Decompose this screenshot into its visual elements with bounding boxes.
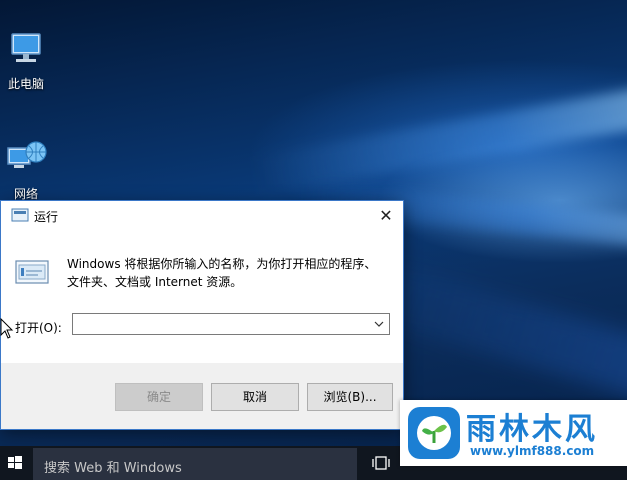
open-input[interactable]	[76, 316, 366, 332]
ok-button[interactable]: 确定	[115, 383, 203, 411]
dialog-body: Windows 将根据你所输入的名称，为你打开相应的程序、文件夹、文档或 Int…	[1, 231, 403, 363]
desktop-icon-this-pc[interactable]: 此电脑	[0, 30, 56, 92]
open-label: 打开(O):	[15, 321, 62, 335]
dialog-description: Windows 将根据你所输入的名称，为你打开相应的程序、文件夹、文档或 Int…	[67, 257, 377, 289]
watermark-title: 雨林木风	[466, 412, 598, 447]
close-button[interactable]: ✕	[369, 201, 403, 231]
chevron-down-icon[interactable]	[371, 316, 387, 332]
computer-icon	[11, 33, 41, 62]
run-icon	[11, 208, 29, 222]
open-combobox[interactable]	[72, 313, 390, 335]
run-program-icon	[15, 260, 49, 284]
ylmf-logo-icon	[408, 407, 460, 459]
mouse-cursor-icon	[0, 318, 14, 339]
task-view-icon[interactable]	[371, 455, 391, 471]
desktop-icon-label: 此电脑	[7, 77, 44, 91]
windows-start-icon[interactable]	[0, 446, 30, 480]
network-icon	[7, 141, 47, 168]
wallpaper-light-beam	[249, 83, 627, 197]
desktop-icon-network[interactable]: 网络	[0, 138, 56, 202]
taskbar-search-box[interactable]: 搜索 Web 和 Windows	[33, 448, 357, 480]
watermark-url: www.ylmf888.com	[470, 444, 595, 458]
dialog-titlebar[interactable]: 运行 ✕	[1, 201, 403, 231]
browse-button[interactable]: 浏览(B)...	[307, 383, 393, 411]
cancel-button[interactable]: 取消	[211, 383, 299, 411]
watermark-badge: 雨林木风 www.ylmf888.com	[400, 400, 627, 466]
search-placeholder: 搜索 Web 和 Windows	[44, 461, 182, 476]
run-dialog: 运行 ✕ Windows 将根据你所输入的名称，为你打开相应的程序、文件夹、文档…	[0, 200, 404, 430]
dialog-title: 运行	[34, 210, 59, 224]
